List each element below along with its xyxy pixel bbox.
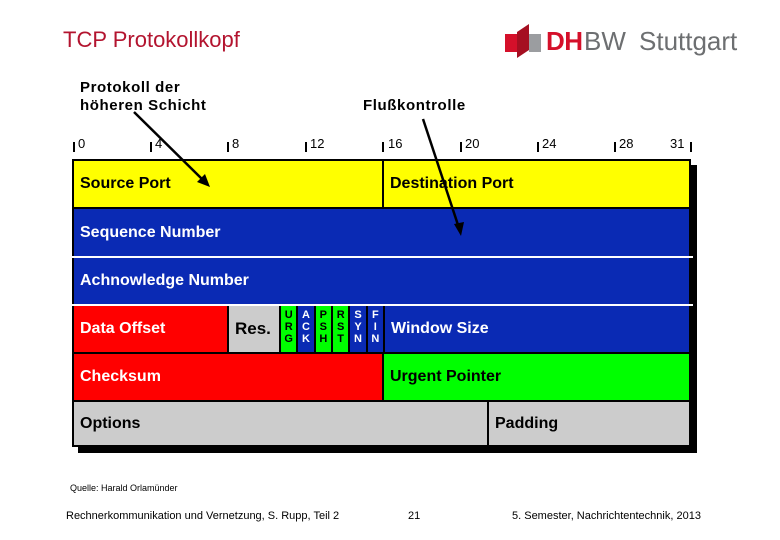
annotation-arrows [133, 111, 464, 236]
footer-course: Rechnerkommunikation und Vernetzung, S. … [66, 510, 340, 522]
arrow-upper-layer-to-source-port [133, 111, 210, 187]
source-note: Quelle: Harald Orlamünder [70, 483, 178, 493]
footer-page-number: 21 [408, 510, 421, 522]
arrow-flow-control-to-window [421, 118, 464, 236]
footer-semester: 5. Semester, Nachrichtentechnik, 2013 [512, 510, 701, 522]
